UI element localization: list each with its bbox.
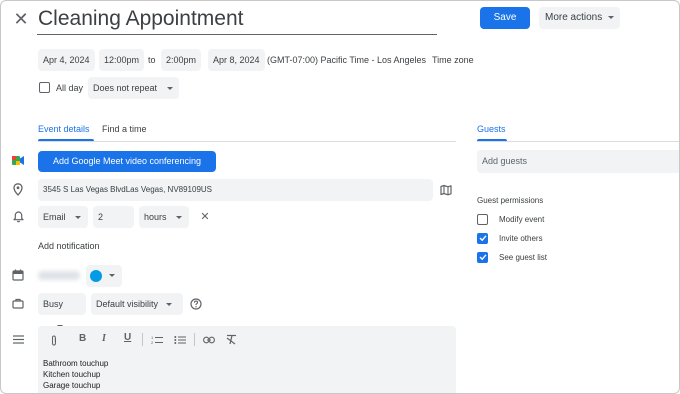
notification-unit-dropdown[interactable]: hours [139, 206, 189, 228]
description-line: Kitchen touchup [43, 370, 101, 379]
bell-icon [13, 211, 24, 223]
tab-find-a-time[interactable]: Find a time [102, 124, 147, 134]
see-guest-list-label: See guest list [499, 253, 548, 262]
description-editor[interactable]: B I U 1 2 Bathroom touchup Kitchen touch… [38, 326, 456, 393]
save-button[interactable]: Save [480, 7, 530, 29]
all-day-checkbox[interactable] [39, 82, 50, 93]
add-guests-input[interactable]: Add guests [477, 150, 679, 173]
tabs-divider [38, 141, 456, 142]
chevron-down-icon [166, 303, 173, 307]
check-icon [479, 254, 487, 261]
all-day-label: All day [56, 83, 84, 93]
link-icon[interactable] [203, 336, 215, 344]
toolbar-divider [142, 333, 143, 346]
more-actions-button[interactable]: More actions [539, 7, 620, 29]
modify-event-label: Modify event [499, 215, 545, 224]
calendar-color-swatch [90, 270, 102, 282]
end-time-picker[interactable]: 2:00pm [161, 49, 202, 71]
description-content[interactable]: Bathroom touchup Kitchen touchup Garage … [43, 358, 108, 391]
more-actions-label: More actions [545, 12, 603, 23]
description-icon [13, 335, 24, 344]
add-google-meet-button[interactable]: Add Google Meet video conferencing [38, 151, 216, 172]
event-editor-window: ✕ Cleaning Appointment Save More actions… [0, 0, 680, 394]
visibility-value: Default visibility [96, 299, 159, 309]
location-input[interactable]: 3545 S Las Vegas BlvdLas Vegas, NV89109U… [38, 179, 433, 201]
add-notification-link[interactable]: Add notification [38, 241, 100, 251]
visibility-dropdown[interactable]: Default visibility [91, 293, 183, 315]
to-label: to [148, 55, 156, 65]
start-time-picker[interactable]: 12:00pm [99, 49, 145, 71]
invite-others-label: Invite others [499, 234, 543, 243]
availability-dropdown[interactable]: Busy [38, 293, 86, 329]
clear-formatting-icon[interactable] [226, 334, 237, 345]
italic-icon[interactable]: I [102, 333, 106, 344]
google-meet-icon [12, 156, 24, 165]
start-date-picker[interactable]: Apr 4, 2024 [38, 49, 95, 71]
calendar-color-dropdown[interactable] [86, 265, 122, 287]
underline-icon[interactable]: U [124, 332, 131, 343]
tab-event-details[interactable]: Event details [38, 124, 90, 134]
chevron-down-icon [109, 274, 115, 277]
calendar-name-blurred [38, 271, 80, 280]
toolbar-divider [194, 333, 195, 346]
numbered-list-icon[interactable]: 1 2 [151, 335, 163, 345]
repeat-dropdown[interactable]: Does not repeat [88, 77, 179, 99]
timezone-value[interactable]: (GMT-07:00) Pacific Time - Los Angeles [267, 49, 426, 71]
availability-value: Busy [43, 299, 64, 309]
close-icon[interactable]: ✕ [11, 9, 31, 29]
remove-notification-icon[interactable]: ✕ [199, 211, 211, 223]
chevron-down-icon [175, 216, 182, 220]
see-guest-list-checkbox[interactable] [477, 252, 488, 263]
end-date-picker[interactable]: Apr 8, 2024 [208, 49, 265, 71]
calendar-icon [12, 269, 24, 281]
notification-amount-input[interactable]: 2 [93, 206, 134, 228]
description-line: Bathroom touchup [43, 359, 109, 368]
chevron-down-icon [74, 216, 81, 220]
title-field[interactable]: Cleaning Appointment [37, 5, 437, 35]
event-title[interactable]: Cleaning Appointment [37, 5, 437, 33]
map-icon[interactable] [440, 184, 452, 196]
repeat-value: Does not repeat [93, 83, 158, 93]
svg-text:2: 2 [151, 340, 154, 345]
notification-type-value: Email [43, 212, 66, 222]
chevron-down-icon [167, 87, 174, 91]
invite-others-checkbox[interactable] [477, 233, 488, 244]
guest-permissions-title: Guest permissions [477, 196, 544, 205]
notification-type-dropdown[interactable]: Email [38, 206, 88, 228]
bold-icon[interactable]: B [79, 333, 86, 344]
description-line: Garage touchup [43, 381, 101, 390]
attachment-icon[interactable] [50, 335, 58, 346]
guests-divider [477, 141, 679, 142]
timezone-link[interactable]: Time zone [432, 49, 474, 71]
chevron-down-icon [608, 15, 615, 19]
location-pin-icon [13, 183, 23, 196]
check-icon [479, 235, 487, 242]
briefcase-icon [12, 298, 24, 309]
tab-guests[interactable]: Guests [477, 124, 506, 134]
modify-event-checkbox[interactable] [477, 214, 488, 225]
bulleted-list-icon[interactable] [174, 335, 186, 345]
help-icon[interactable] [190, 298, 202, 310]
notification-unit-value: hours [144, 212, 167, 222]
